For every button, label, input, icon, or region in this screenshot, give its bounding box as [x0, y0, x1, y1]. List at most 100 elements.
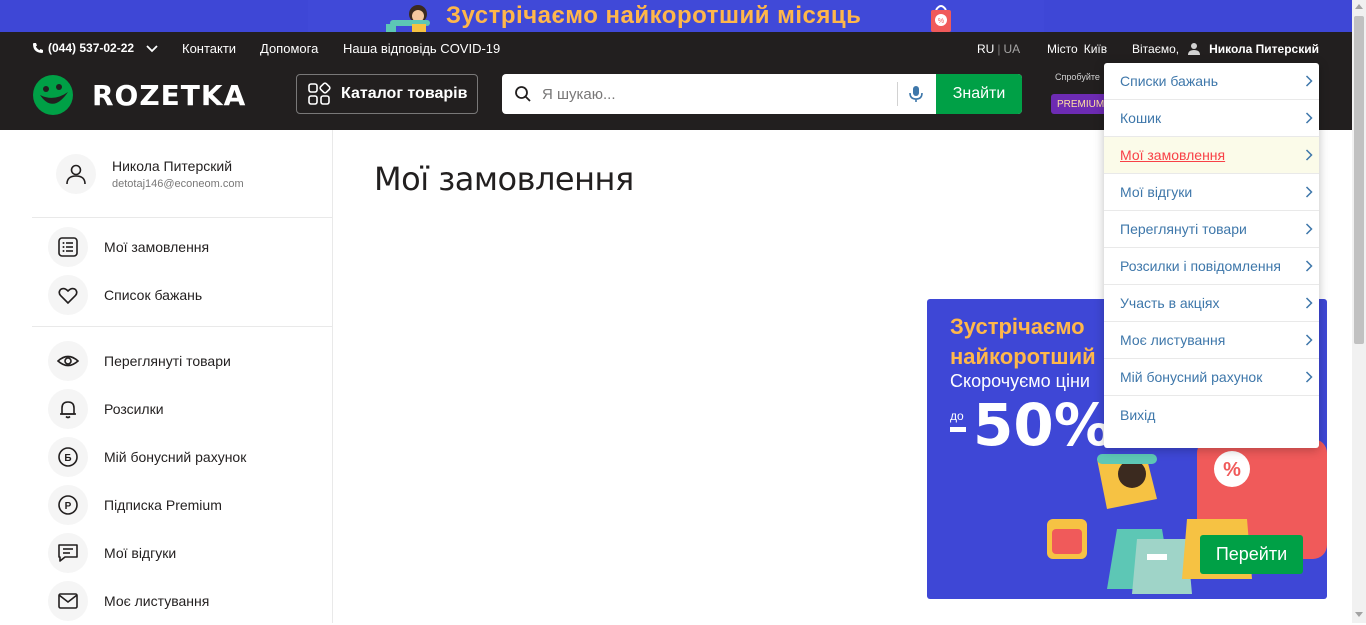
- page-title: Мої замовлення: [374, 160, 634, 198]
- menu-item-cart[interactable]: Кошик: [1104, 100, 1319, 137]
- sidebar-item-premium[interactable]: P Підписка Premium: [32, 481, 332, 529]
- shopping-girl-illustration: %: [1047, 439, 1327, 594]
- premium-badge[interactable]: PREMIUM: [1051, 94, 1111, 114]
- language-switcher: RU | UA: [977, 42, 1020, 56]
- heart-icon: [48, 275, 88, 315]
- rozetka-smile-icon: [33, 75, 73, 115]
- sidebar-item-label: Підписка Premium: [104, 497, 222, 513]
- menu-item-notifications[interactable]: Розсилки і повідомлення: [1104, 248, 1319, 285]
- menu-item-label: Мій бонусний рахунок: [1120, 369, 1263, 385]
- promo-card-line2: найкоротший: [950, 344, 1096, 369]
- sidebar-item-reviews[interactable]: Мої відгуки: [32, 529, 332, 577]
- profile-card[interactable]: Никола Питерский detotaj146@econeom.com: [32, 130, 332, 218]
- sidebar-group-orders: Мої замовлення Список бажань: [32, 218, 332, 327]
- menu-item-label: Вихід: [1120, 406, 1156, 423]
- chevron-right-icon: [1305, 260, 1313, 272]
- header-user-name: Никола Питерский: [1209, 42, 1319, 56]
- sidebar-item-viewed[interactable]: Переглянуті товари: [32, 337, 332, 385]
- sidebar-item-label: Розсилки: [104, 401, 164, 417]
- phone-number: (044) 537-02-22: [48, 41, 135, 55]
- menu-item-label: Мої відгуки: [1120, 184, 1193, 200]
- menu-item-messages[interactable]: Моє листування: [1104, 322, 1319, 359]
- bell-icon: [48, 389, 88, 429]
- catalog-label: Каталог товарів: [341, 85, 468, 102]
- bonus-icon: Б: [48, 437, 88, 477]
- header-topbar: (044) 537-02-22 Контакти Допомога Наша в…: [0, 32, 1352, 66]
- contacts-link[interactable]: Контакти: [182, 41, 236, 56]
- user-greeting[interactable]: Вітаємо, Никола Питерский: [1132, 42, 1319, 56]
- scrollbar-thumb[interactable]: [1354, 16, 1364, 344]
- chevron-right-icon: [1305, 371, 1313, 383]
- covid-link[interactable]: Наша відповідь COVID-19: [343, 41, 500, 56]
- promo-card-go-button[interactable]: Перейти: [1200, 535, 1303, 574]
- user-avatar-icon: [66, 164, 86, 185]
- menu-item-promotions[interactable]: Участь в акціях: [1104, 285, 1319, 322]
- sidebar-item-label: Мої відгуки: [104, 545, 177, 561]
- promo-card-prefix: до: [950, 409, 964, 423]
- svg-text:Б: Б: [64, 453, 71, 464]
- menu-item-label: Переглянуті товари: [1120, 221, 1247, 237]
- sidebar-item-wishlist[interactable]: Список бажань: [32, 271, 332, 319]
- avatar: [56, 154, 96, 194]
- menu-item-logout[interactable]: Вихід: [1104, 396, 1319, 433]
- sidebar-item-orders[interactable]: Мої замовлення: [32, 223, 332, 271]
- promo-card-heading: Зустрічаємо найкоротший: [950, 312, 1096, 372]
- search-input[interactable]: [542, 74, 892, 114]
- menu-item-reviews[interactable]: Мої відгуки: [1104, 174, 1319, 211]
- search-submit-button[interactable]: Знайти: [936, 74, 1022, 114]
- greeting-text: Вітаємо,: [1132, 42, 1180, 56]
- scroll-down-arrow-icon[interactable]: [1355, 612, 1363, 617]
- top-promo-banner[interactable]: Зустрічаємо найкоротший місяць %: [0, 0, 1366, 32]
- mail-icon: [48, 581, 88, 621]
- profile-name: Никола Питерский: [112, 158, 233, 174]
- menu-item-orders[interactable]: Мої замовлення: [1104, 137, 1319, 174]
- sidebar-item-bonus[interactable]: Б Мій бонусний рахунок: [32, 433, 332, 481]
- sidebar-item-messages[interactable]: Моє листування: [32, 577, 332, 625]
- scroll-up-arrow-icon[interactable]: [1355, 4, 1363, 9]
- chevron-right-icon: [1305, 223, 1313, 235]
- chevron-down-icon: [146, 45, 158, 53]
- help-link[interactable]: Допомога: [260, 41, 318, 56]
- menu-item-bonus[interactable]: Мій бонусний рахунок: [1104, 359, 1319, 396]
- microphone-icon[interactable]: [906, 84, 926, 104]
- sidebar-item-label: Переглянуті товари: [104, 353, 231, 369]
- chevron-right-icon: [1305, 75, 1313, 87]
- menu-item-label: Моє листування: [1120, 332, 1226, 348]
- svg-text:%: %: [1223, 459, 1241, 481]
- account-sidebar: Никола Питерский detotaj146@econeom.com …: [32, 130, 333, 623]
- lang-ua[interactable]: UA: [1003, 42, 1020, 56]
- svg-text:%: %: [938, 18, 944, 25]
- sidebar-group-other: Переглянуті товари Розсилки Б Мій бонусн…: [32, 327, 332, 625]
- phone-dropdown[interactable]: (044) 537-02-22: [32, 41, 158, 55]
- sidebar-item-label: Мій бонусний рахунок: [104, 449, 247, 465]
- menu-item-label: Розсилки і повідомлення: [1120, 258, 1281, 274]
- premium-icon: P: [48, 485, 88, 525]
- catalog-grid-icon: [308, 82, 331, 105]
- chevron-right-icon: [1305, 297, 1313, 309]
- promo-girl-illustration: [386, 5, 430, 32]
- sidebar-item-newsletters[interactable]: Розсилки: [32, 385, 332, 433]
- logo-text: ROZETKA: [92, 78, 247, 112]
- city-selector[interactable]: Місто Київ: [1047, 42, 1107, 56]
- top-promo-title: Зустрічаємо найкоротший місяць: [446, 2, 862, 29]
- menu-item-viewed[interactable]: Переглянуті товари: [1104, 211, 1319, 248]
- page-scrollbar[interactable]: [1352, 0, 1366, 623]
- eye-icon: [48, 341, 88, 381]
- lang-ru[interactable]: RU: [977, 42, 994, 56]
- premium-try-text: Спробуйте: [1055, 72, 1100, 82]
- rozetka-logo[interactable]: ROZETKA: [32, 74, 246, 116]
- chevron-right-icon: [1305, 334, 1313, 346]
- reviews-icon: [48, 533, 88, 573]
- catalog-button[interactable]: Каталог товарів: [296, 74, 478, 114]
- search-icon: [515, 86, 531, 102]
- city-value: Київ: [1083, 42, 1108, 56]
- chevron-right-icon: [1305, 186, 1313, 198]
- menu-item-wishlists[interactable]: Списки бажань: [1104, 63, 1319, 100]
- promo-card-line1: Зустрічаємо: [950, 314, 1085, 339]
- promo-card-subtitle: Скорочуємо ціни: [950, 371, 1090, 391]
- profile-email: detotaj146@econeom.com: [112, 178, 244, 190]
- sidebar-item-label: Моє листування: [104, 593, 210, 609]
- phone-icon: [33, 43, 43, 53]
- menu-item-label: Участь в акціях: [1120, 295, 1220, 311]
- search-divider: [897, 82, 898, 106]
